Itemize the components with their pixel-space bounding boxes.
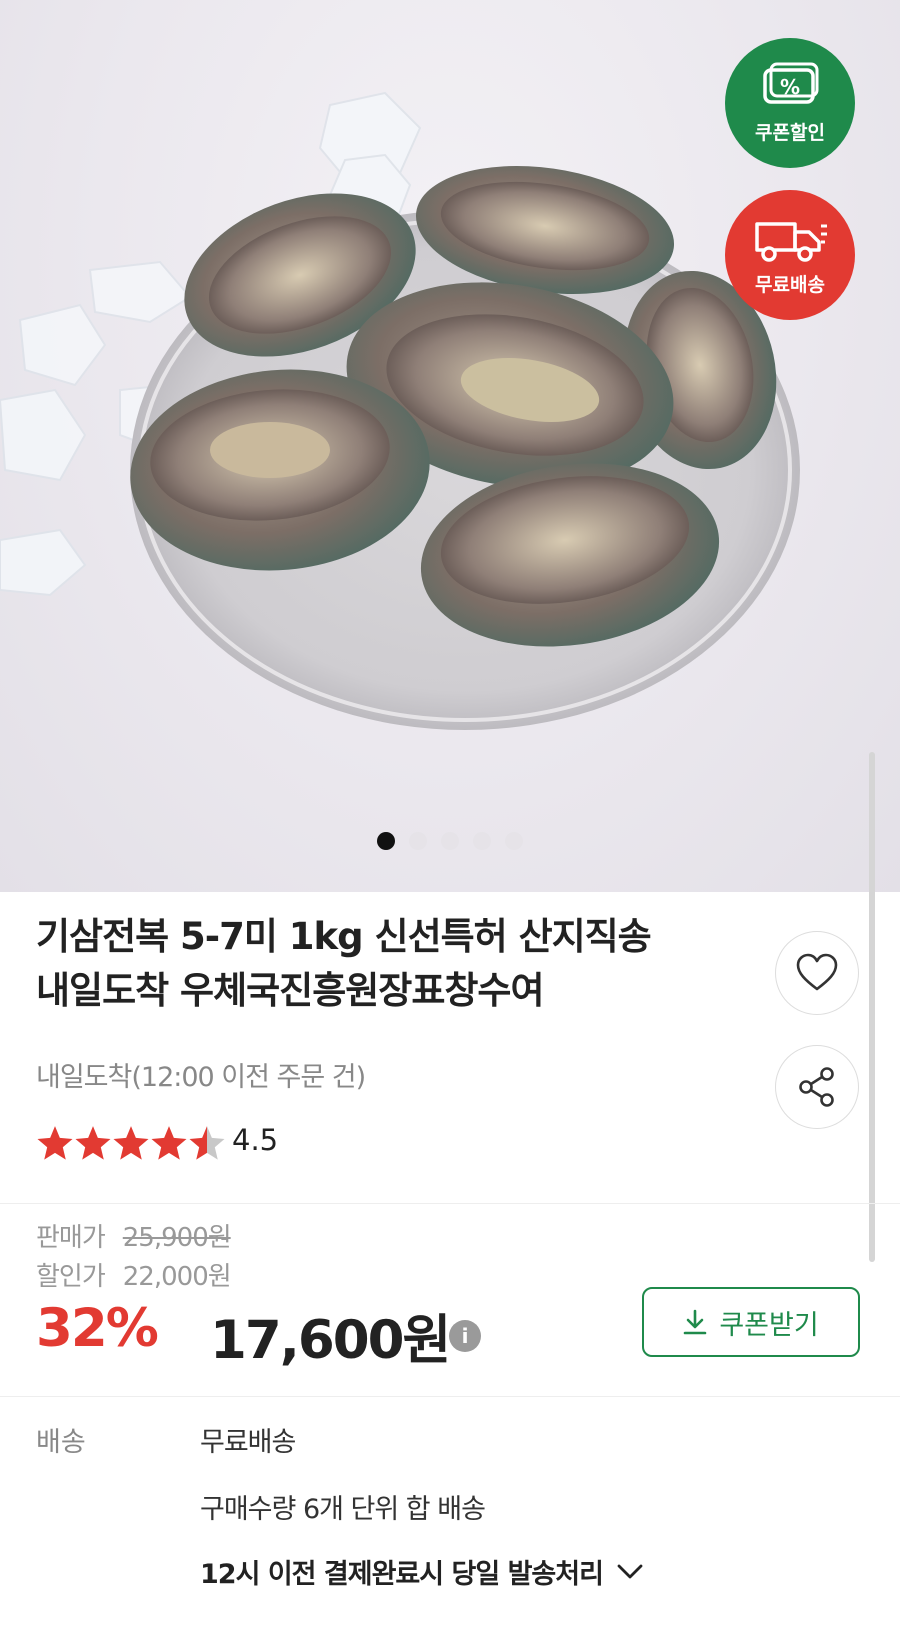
discount-price: 22,000원 [122, 1262, 232, 1292]
product-title-line-2: 내일도착 우체국진흥원장표창수여 [36, 969, 544, 1012]
download-icon [684, 1309, 707, 1335]
price-info-icon[interactable]: i [449, 1320, 481, 1352]
page-scrollbar[interactable] [869, 752, 875, 1262]
product-image-gallery[interactable]: % 쿠폰할인 무료배송 [0, 0, 900, 892]
rating-value: 4.5 [232, 1123, 279, 1157]
coupon-badge-label: 쿠폰할인 [755, 121, 825, 144]
heart-icon [796, 953, 838, 991]
chevron-down-icon [617, 1564, 643, 1578]
final-price: 17,600원 [210, 1310, 451, 1371]
shipping-type: 무료배송 [200, 1427, 296, 1458]
shipping-label: 배송 [36, 1427, 86, 1458]
share-icon [799, 1067, 834, 1107]
divider [0, 1396, 900, 1397]
star-icon [113, 1126, 149, 1160]
gallery-dot-3[interactable] [441, 832, 459, 850]
star-icon [75, 1126, 111, 1160]
share-button[interactable] [775, 1045, 859, 1129]
free-shipping-badge-label: 무료배송 [755, 273, 825, 296]
gallery-dot-5[interactable] [505, 832, 523, 850]
get-coupon-label: 쿠폰받기 [719, 1309, 819, 1340]
delivery-truck-icon [755, 221, 827, 262]
star-rating [36, 1125, 226, 1161]
delivery-estimate: 내일도착(12:00 이전 주문 건) [36, 1062, 366, 1093]
coupon-discount-badge: % 쿠폰할인 [725, 38, 855, 168]
coupon-percent-icon: % [763, 62, 819, 104]
free-shipping-badge: 무료배송 [725, 190, 855, 320]
svg-text:%: % [780, 75, 800, 99]
star-icon [151, 1126, 187, 1160]
product-title: 기삼전복 5-7미 1kg 신선특허 산지직송 내일도착 우체국진흥원장표창수여 [36, 910, 756, 1018]
shipping-bundle-info: 구매수량 6개 단위 합 배송 [200, 1494, 486, 1525]
gallery-dot-4[interactable] [473, 832, 491, 850]
sale-price-label: 판매가 [36, 1223, 106, 1253]
star-icon [37, 1126, 73, 1160]
sale-price-row: 판매가 25,900원 [36, 1217, 232, 1254]
discount-price-label: 할인가 [36, 1262, 106, 1292]
product-title-line-1: 기삼전복 5-7미 1kg 신선특허 산지직송 [36, 915, 652, 958]
discount-price-row: 할인가 22,000원 [36, 1256, 232, 1293]
divider [0, 1203, 900, 1204]
wishlist-button[interactable] [775, 931, 859, 1015]
gallery-dot-1[interactable] [377, 832, 395, 850]
gallery-dot-2[interactable] [409, 832, 427, 850]
discount-percent: 32% [36, 1298, 159, 1359]
star-icon [189, 1126, 225, 1160]
original-price: 25,900원 [122, 1223, 232, 1253]
dispatch-info-toggle[interactable]: 12시 이전 결제완료시 당일 발송처리 [200, 1552, 643, 1591]
gallery-pagination [0, 832, 900, 850]
get-coupon-button[interactable]: 쿠폰받기 [642, 1287, 860, 1357]
dispatch-info-text: 12시 이전 결제완료시 당일 발송처리 [200, 1559, 604, 1590]
